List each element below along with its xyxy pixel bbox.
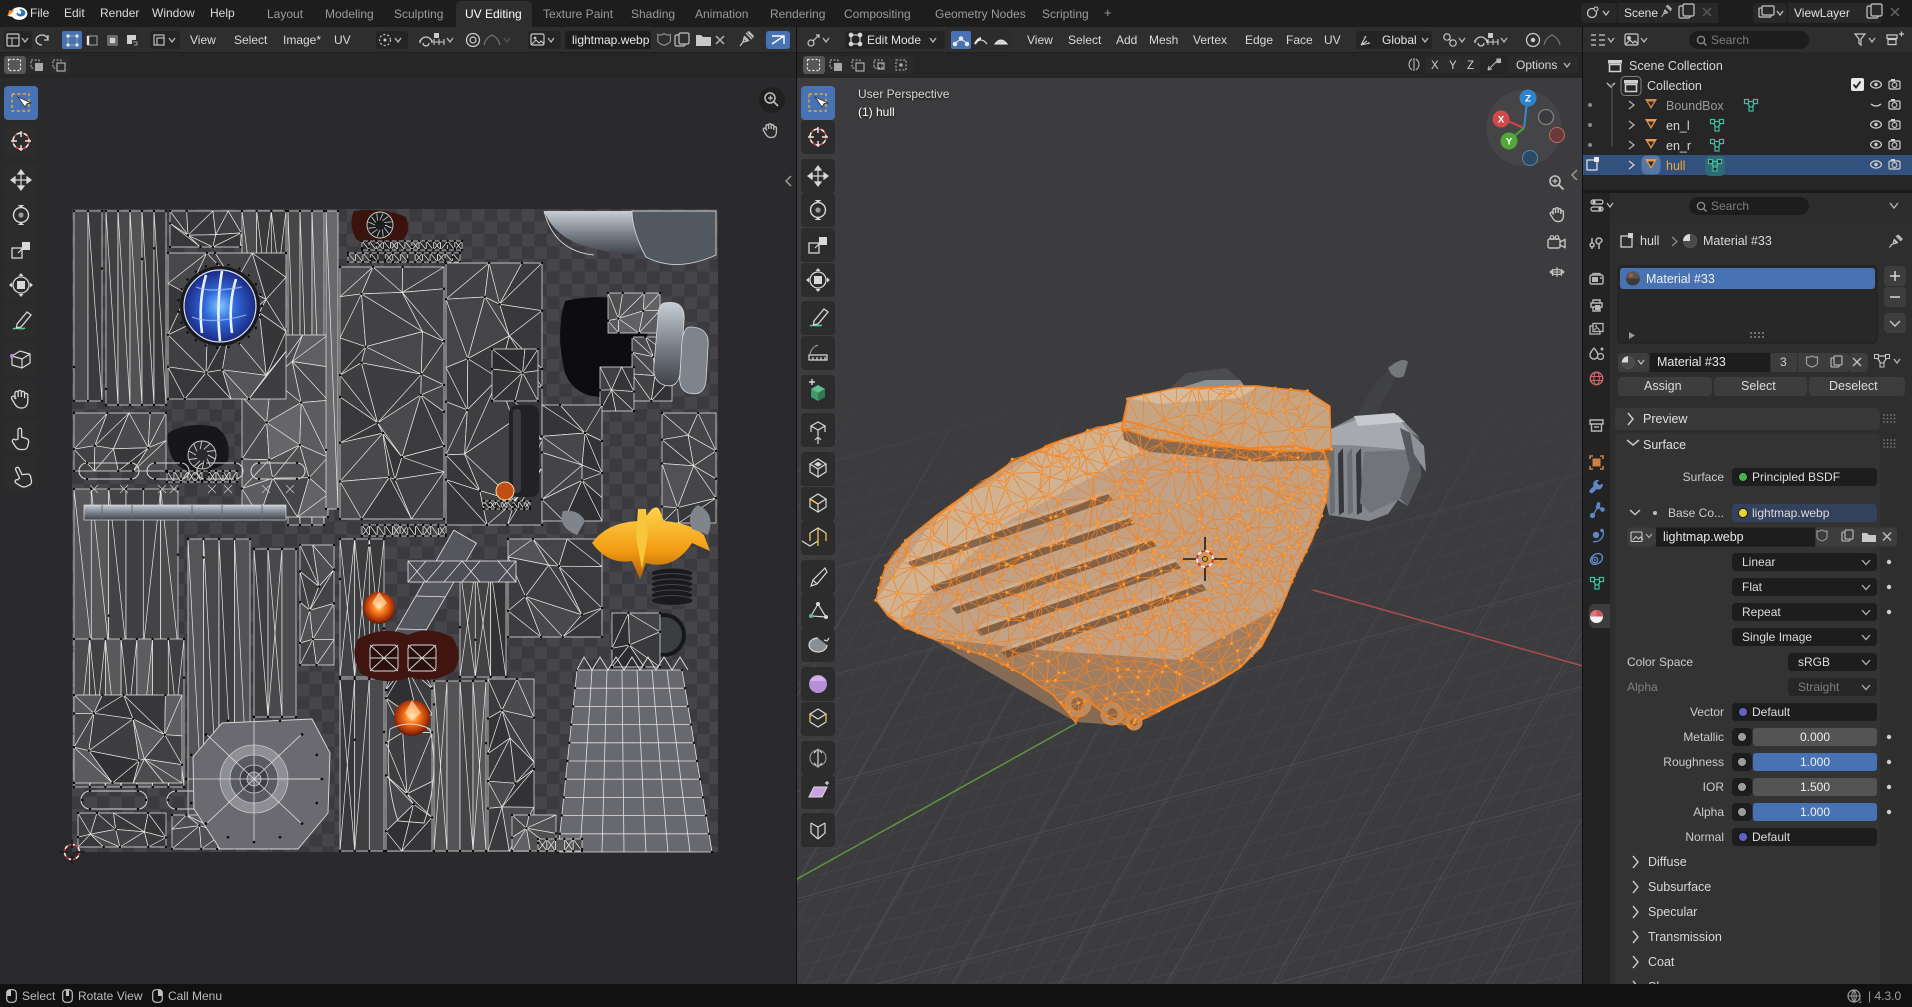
svg-text:1.000: 1.000 bbox=[1800, 755, 1830, 769]
svg-text:Linear: Linear bbox=[1742, 555, 1775, 569]
svg-text:Single Image: Single Image bbox=[1742, 630, 1812, 644]
svg-text:Flat: Flat bbox=[1742, 580, 1763, 594]
svg-text:lightmap.webp: lightmap.webp bbox=[572, 33, 650, 47]
svg-text:Metallic: Metallic bbox=[1683, 730, 1724, 744]
svg-text:Subsurface: Subsurface bbox=[1648, 880, 1711, 894]
svg-text:Material #33: Material #33 bbox=[1703, 234, 1772, 248]
svg-text:X: X bbox=[1431, 60, 1439, 72]
svg-text:Repeat: Repeat bbox=[1742, 605, 1781, 619]
svg-text:sRGB: sRGB bbox=[1798, 655, 1830, 669]
svg-text:IOR: IOR bbox=[1703, 780, 1725, 794]
svg-text:Z: Z bbox=[1467, 60, 1474, 72]
svg-text:Global: Global bbox=[1382, 33, 1417, 47]
svg-text:Base Co...: Base Co... bbox=[1668, 506, 1724, 520]
svg-text:Material #33: Material #33 bbox=[1657, 355, 1726, 369]
svg-text:3: 3 bbox=[1780, 355, 1787, 369]
svg-text:Specular: Specular bbox=[1648, 905, 1697, 919]
svg-text:Default: Default bbox=[1752, 830, 1791, 844]
svg-text:Coat: Coat bbox=[1648, 955, 1675, 969]
svg-text:Straight: Straight bbox=[1798, 680, 1840, 694]
svg-text:Y: Y bbox=[1506, 137, 1513, 148]
svg-text:Collection: Collection bbox=[1647, 79, 1702, 93]
svg-text:BoundBox: BoundBox bbox=[1666, 99, 1724, 113]
svg-text:en_r: en_r bbox=[1666, 139, 1691, 153]
svg-text:hull: hull bbox=[1666, 159, 1685, 173]
svg-text:1.500: 1.500 bbox=[1800, 780, 1830, 794]
svg-text:Principled BSDF: Principled BSDF bbox=[1752, 470, 1840, 484]
svg-text:Search: Search bbox=[1711, 199, 1749, 213]
svg-text:Roughness: Roughness bbox=[1663, 755, 1724, 769]
svg-text:lightmap.webp: lightmap.webp bbox=[1663, 530, 1744, 544]
svg-text:Surface: Surface bbox=[1643, 438, 1686, 452]
svg-text:en_l: en_l bbox=[1666, 119, 1690, 133]
svg-text:Z: Z bbox=[1525, 94, 1531, 105]
svg-text:ViewLayer: ViewLayer bbox=[1794, 6, 1850, 20]
svg-text:Deselect: Deselect bbox=[1829, 379, 1878, 393]
svg-text:Color Space: Color Space bbox=[1627, 655, 1693, 669]
svg-text:1: 1 bbox=[1858, 998, 1862, 1004]
svg-text:Material #33: Material #33 bbox=[1646, 272, 1715, 286]
svg-text:lightmap.webp: lightmap.webp bbox=[1752, 506, 1830, 520]
svg-text:Vector: Vector bbox=[1690, 705, 1724, 719]
svg-text:Search: Search bbox=[1711, 33, 1749, 47]
svg-text:Normal: Normal bbox=[1685, 830, 1724, 844]
svg-text:Scene Collection: Scene Collection bbox=[1629, 59, 1723, 73]
svg-text:Assign: Assign bbox=[1644, 379, 1682, 393]
svg-text:1.000: 1.000 bbox=[1800, 805, 1830, 819]
svg-text:Default: Default bbox=[1752, 705, 1791, 719]
svg-text:Options: Options bbox=[1516, 58, 1557, 72]
svg-text:Y: Y bbox=[1449, 60, 1457, 72]
svg-text:Surface: Surface bbox=[1683, 470, 1725, 484]
svg-text:X: X bbox=[1498, 115, 1505, 126]
svg-text:Alpha: Alpha bbox=[1693, 805, 1724, 819]
svg-text:Scene: Scene bbox=[1624, 6, 1658, 20]
svg-text:Preview: Preview bbox=[1643, 412, 1688, 426]
svg-text:Select: Select bbox=[1741, 379, 1776, 393]
svg-text:hull: hull bbox=[1640, 234, 1659, 248]
svg-text:Diffuse: Diffuse bbox=[1648, 855, 1687, 869]
svg-text:Transmission: Transmission bbox=[1648, 930, 1722, 944]
svg-text:0.000: 0.000 bbox=[1800, 730, 1830, 744]
svg-text:Edit Mode: Edit Mode bbox=[867, 33, 921, 47]
svg-text:Alpha: Alpha bbox=[1627, 680, 1658, 694]
